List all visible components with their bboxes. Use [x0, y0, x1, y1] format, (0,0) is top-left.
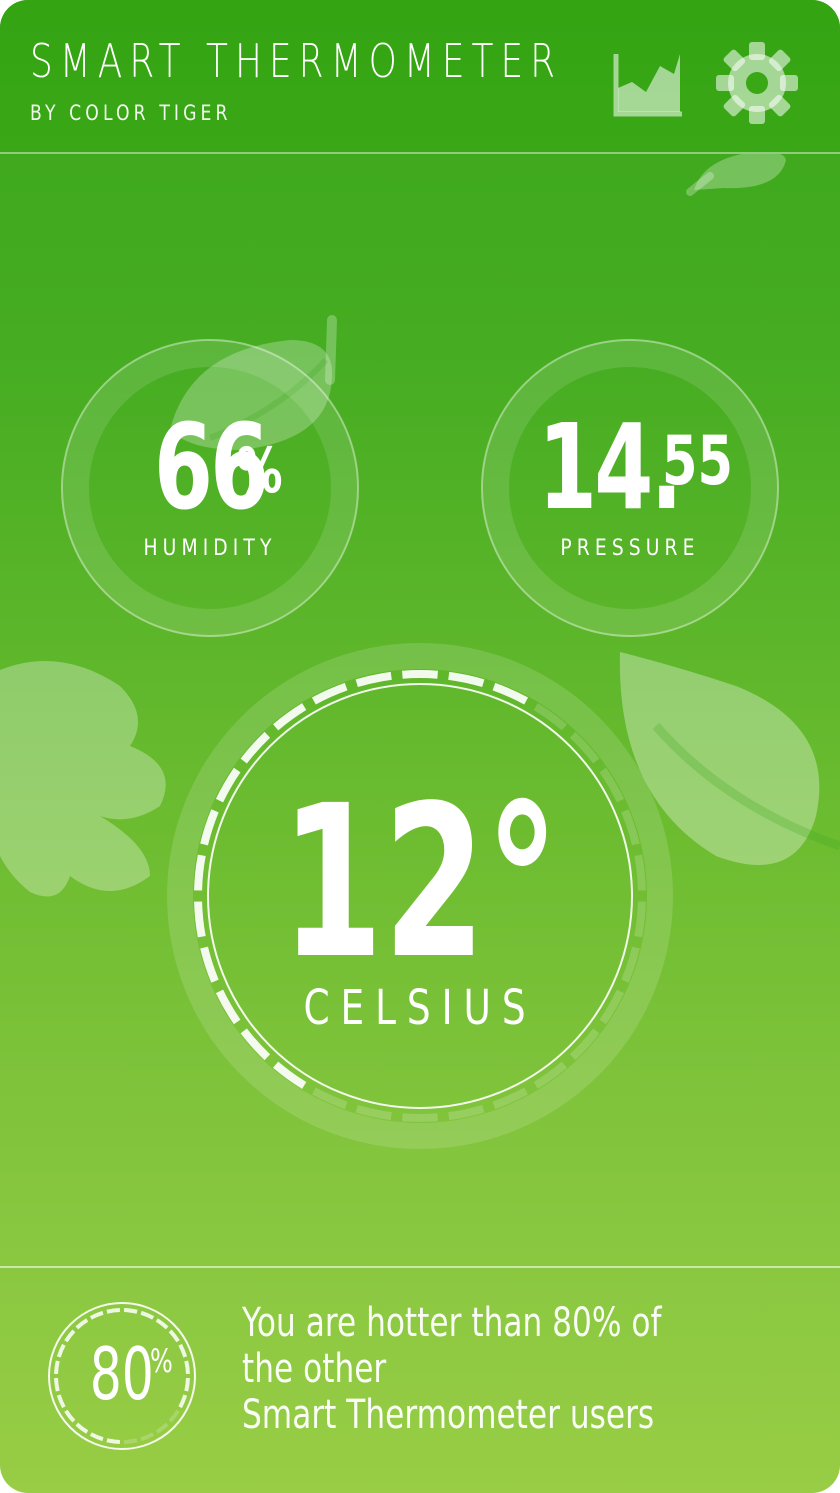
temperature-gauge-tick	[355, 1104, 392, 1121]
degree-symbol: °	[485, 760, 560, 1005]
temperature-gauge-tick	[355, 671, 392, 688]
leaf-decoration-left	[0, 661, 166, 897]
comparison-text: You are hotter than 80% of the other Sma…	[242, 1300, 679, 1438]
comparison-footer: 80 % You are hotter than 80% of the othe…	[0, 1266, 840, 1493]
temperature-gauge-tick	[448, 1104, 485, 1121]
temperature-gauge-tick	[402, 1113, 438, 1122]
humidity-value-group: 66	[60, 408, 360, 526]
comparison-value-group: 80	[44, 1334, 200, 1414]
pressure-value-int: 14.	[538, 398, 683, 536]
temperature-gauge-tick	[634, 901, 646, 938]
temperature-value: 12	[280, 760, 486, 1005]
comparison-gauge-tick	[140, 1432, 155, 1442]
temperature-widget[interactable]: 12° CELSIUS	[164, 640, 676, 1152]
comparison-gauge[interactable]: 80 %	[44, 1298, 200, 1454]
comparison-line-2: Smart Thermometer users	[242, 1392, 655, 1438]
pressure-value-dec: 55	[662, 422, 733, 501]
comparison-gauge-tick	[106, 1438, 121, 1444]
pressure-value-group: 14.	[480, 408, 780, 526]
comparison-line-1: You are hotter than 80% of the other	[242, 1300, 662, 1392]
temperature-value-group: 12°	[241, 778, 599, 988]
humidity-widget[interactable]: 66 % HUMIDITY	[60, 338, 360, 638]
area-chart-icon[interactable]	[612, 48, 684, 118]
temperature-gauge-tick	[194, 854, 206, 891]
temperature-gauge-tick	[402, 670, 438, 679]
gear-icon[interactable]	[714, 40, 800, 126]
leaf-decoration-top	[686, 151, 786, 196]
comparison-gauge-tick	[123, 1438, 138, 1444]
comparison-gauge-tick	[89, 1310, 104, 1320]
temperature-unit: CELSIUS	[303, 980, 537, 1036]
temperature-gauge-tick	[194, 901, 206, 938]
humidity-unit: %	[236, 434, 283, 507]
humidity-label: HUMIDITY	[143, 536, 277, 561]
temperature-gauge-tick	[634, 854, 646, 891]
pressure-widget[interactable]: 14. 55 PRESSURE	[480, 338, 780, 638]
comparison-gauge-tick	[155, 1318, 169, 1330]
comparison-gauge-tick	[123, 1308, 138, 1314]
app-header: SMART THERMOMETER BY COLOR TIGER	[0, 0, 840, 154]
comparison-percent-sign: %	[150, 1342, 173, 1380]
temperature-gauge-tick	[448, 671, 485, 688]
app-title: SMART THERMOMETER	[30, 34, 563, 88]
app-subtitle: BY COLOR TIGER	[30, 101, 232, 125]
comparison-percent: 80	[89, 1332, 155, 1416]
comparison-gauge-tick	[140, 1310, 155, 1320]
comparison-gauge-tick	[155, 1422, 169, 1434]
thermometer-app: SMART THERMOMETER BY COLOR TIGER 66 % HU…	[0, 0, 840, 1493]
comparison-gauge-tick	[89, 1432, 104, 1442]
comparison-gauge-tick	[75, 1422, 89, 1434]
comparison-gauge-tick	[75, 1318, 89, 1330]
comparison-gauge-tick	[106, 1308, 121, 1314]
pressure-label: PRESSURE	[560, 536, 700, 561]
